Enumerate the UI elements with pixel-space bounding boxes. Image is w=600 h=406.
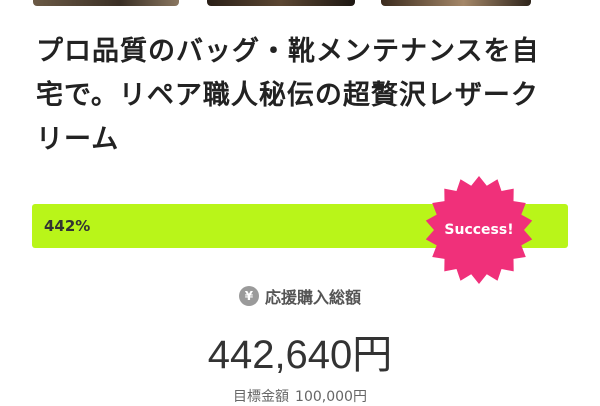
thumbnail-image[interactable]	[207, 0, 355, 6]
image-carousel-strip	[0, 0, 600, 8]
thumbnail-image[interactable]	[33, 0, 179, 6]
success-badge: Success!	[424, 175, 534, 285]
support-heading: ¥ 応援購入総額	[0, 284, 600, 308]
goal-label: 目標金額	[233, 389, 290, 405]
goal-amount: 100,000円	[295, 389, 367, 405]
goal-line: 目標金額 100,000円	[0, 386, 600, 406]
project-title: プロ品質のバッグ・靴メンテナンスを自宅で。リペア職人秘伝の超贅沢レザークリーム	[36, 36, 540, 155]
thumbnail-image[interactable]	[381, 0, 531, 6]
progress-percent: 442%	[44, 217, 91, 235]
yen-icon: ¥	[238, 286, 259, 306]
success-label: Success!	[444, 222, 514, 238]
support-label: 応援購入総額	[264, 288, 361, 307]
support-amount: 442,640円	[207, 333, 393, 377]
